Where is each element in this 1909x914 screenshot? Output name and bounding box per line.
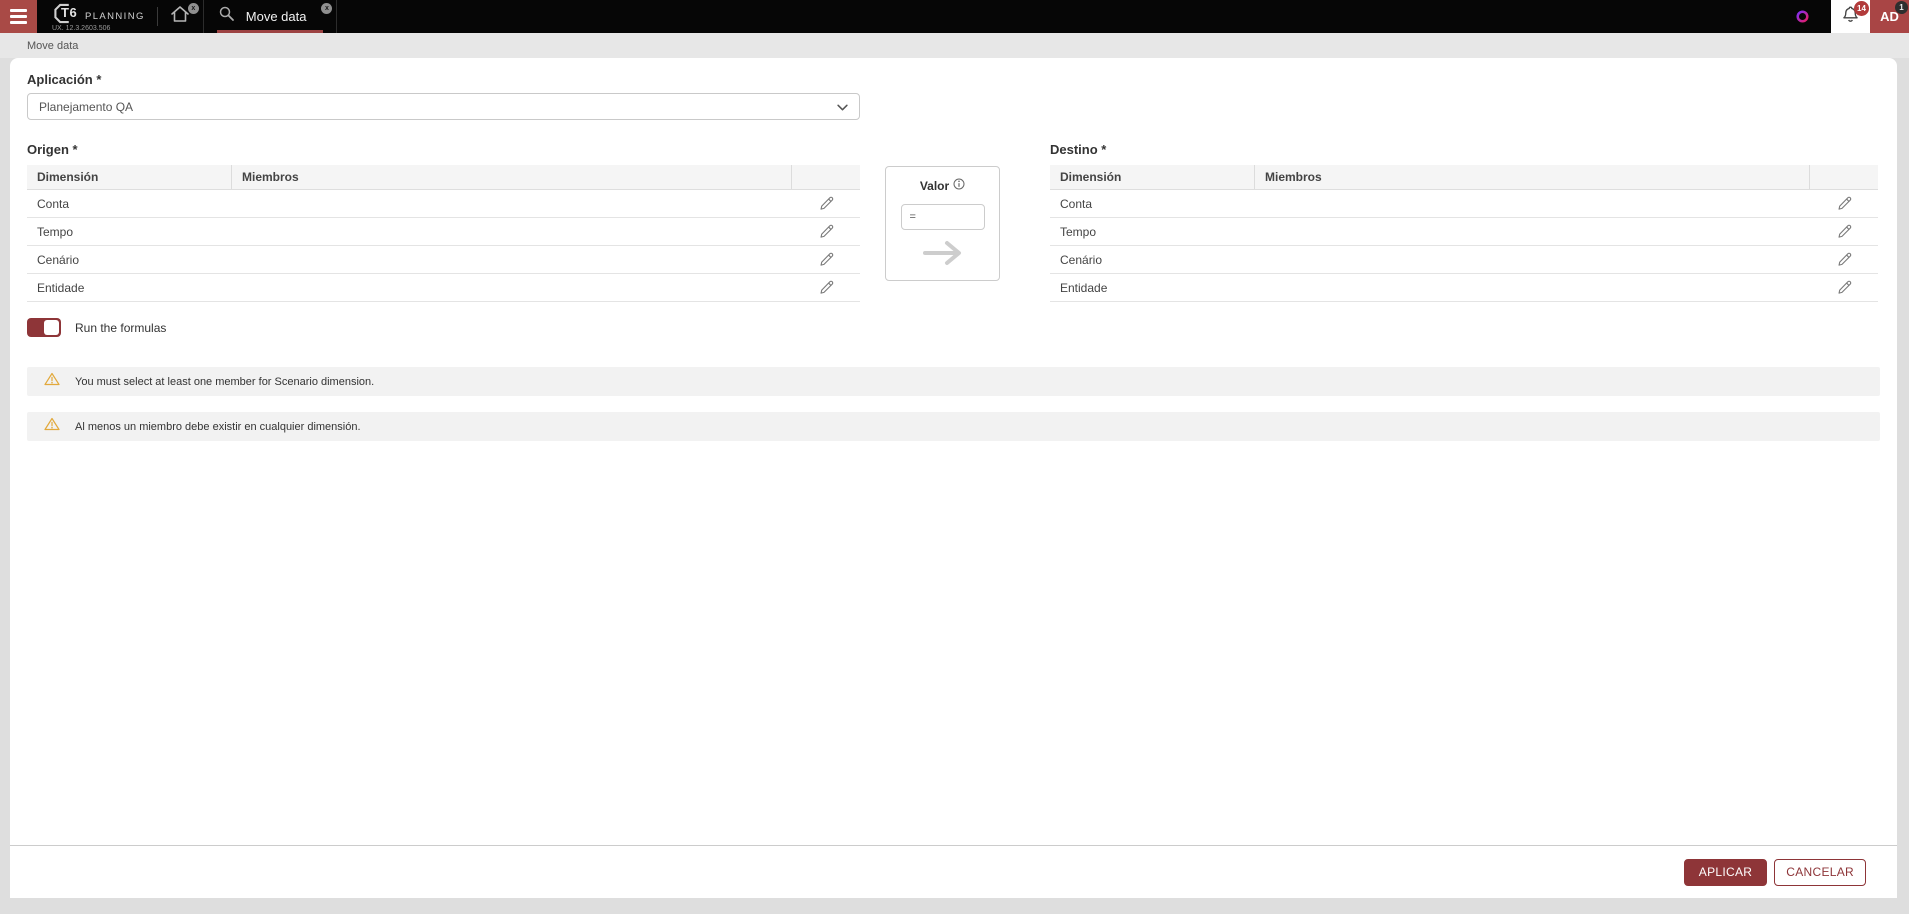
edit-members-button[interactable] xyxy=(815,194,838,213)
table-row: Cenário xyxy=(27,246,860,274)
valor-operator-input[interactable]: = xyxy=(900,204,985,230)
chevron-down-icon xyxy=(837,100,848,114)
tab-label: Move data xyxy=(245,9,307,24)
close-tab-icon[interactable]: x xyxy=(321,3,333,14)
breadcrumb-label: Move data xyxy=(27,39,79,52)
logo-product: PLANNING xyxy=(85,11,145,22)
warning-message: Al menos un miembro debe existir en cual… xyxy=(75,420,361,433)
hamburger-icon xyxy=(10,9,27,12)
table-row: Cenário xyxy=(1050,246,1878,274)
arrow-right-icon xyxy=(894,238,991,268)
dimension-cell: Cenário xyxy=(37,252,80,267)
dimension-cell: Conta xyxy=(1060,196,1093,211)
tab-home[interactable]: x xyxy=(158,0,204,33)
origin-panel: Origen * Dimensión Miembros Conta Tempo … xyxy=(27,142,860,302)
logo-brand: T6 xyxy=(61,5,78,20)
warning-banner: You must select at least one member for … xyxy=(27,367,1880,396)
origin-table-header: Dimensión Miembros xyxy=(27,165,860,190)
run-formulas-toggle[interactable] xyxy=(27,318,61,337)
notifications-button[interactable]: 14 xyxy=(1831,0,1870,33)
toggle-knob xyxy=(44,320,59,335)
t6-logo-icon: T6 xyxy=(52,3,82,24)
run-formulas-label: Run the formulas xyxy=(75,320,167,335)
table-row: Conta xyxy=(1050,190,1878,218)
menu-button[interactable] xyxy=(0,0,37,33)
warning-banner: Al menos un miembro debe existir en cual… xyxy=(27,412,1880,441)
application-select[interactable]: Planejamento QA xyxy=(27,93,860,120)
run-formulas-row: Run the formulas xyxy=(27,318,1880,337)
dimension-cell: Entidade xyxy=(37,280,85,295)
edit-members-button[interactable] xyxy=(815,222,838,241)
content-card: Aplicación * Planejamento QA Origen * Di… xyxy=(10,58,1897,898)
edit-members-button[interactable] xyxy=(815,278,838,297)
edit-members-button[interactable] xyxy=(1833,278,1856,297)
edit-members-button[interactable] xyxy=(1833,222,1856,241)
application-field: Aplicación * Planejamento QA xyxy=(27,72,1880,120)
dimension-cell: Tempo xyxy=(1060,224,1097,239)
breadcrumb: Move data xyxy=(0,33,1909,58)
logo-version: UX. 12.3.2603.506 xyxy=(52,25,111,32)
apply-button[interactable]: APLICAR xyxy=(1683,858,1768,886)
footer-actions: APLICAR CANCELAR xyxy=(10,845,1897,898)
edit-members-button[interactable] xyxy=(1833,250,1856,269)
app-header: T6 PLANNING UX. 12.3.2603.506 x Move dat… xyxy=(0,0,1909,33)
close-tab-icon[interactable]: x xyxy=(187,3,199,14)
tab-move-data[interactable]: Move data x xyxy=(204,0,338,33)
column-header-members: Miembros xyxy=(232,165,792,189)
application-label: Aplicación * xyxy=(27,72,102,87)
destination-table-header: Dimensión Miembros xyxy=(1050,165,1878,190)
dimension-cell: Conta xyxy=(37,196,70,211)
active-tab-indicator xyxy=(216,30,324,33)
table-row: Conta xyxy=(27,190,860,218)
application-value: Planejamento QA xyxy=(39,99,134,114)
move-data-panels: Origen * Dimensión Miembros Conta Tempo … xyxy=(27,142,1880,302)
dimension-cell: Tempo xyxy=(37,224,74,239)
dimension-cell: Cenário xyxy=(1060,252,1103,267)
cancel-button[interactable]: CANCELAR xyxy=(1774,858,1866,886)
info-icon[interactable] xyxy=(953,178,965,193)
valor-panel: Valor = xyxy=(885,166,1000,281)
valor-label: Valor xyxy=(919,178,950,193)
column-header-dimension: Dimensión xyxy=(1050,165,1255,189)
warning-icon xyxy=(44,417,60,436)
user-avatar[interactable]: AD 1 xyxy=(1870,0,1909,33)
avatar-badge: 1 xyxy=(1895,1,1908,14)
warning-message: You must select at least one member for … xyxy=(75,375,375,388)
dimension-cell: Entidade xyxy=(1060,280,1108,295)
search-icon xyxy=(218,5,236,28)
table-row: Tempo xyxy=(1050,218,1878,246)
warning-icon xyxy=(44,372,60,391)
edit-members-button[interactable] xyxy=(815,250,838,269)
notification-count-badge: 14 xyxy=(1854,1,1869,16)
column-header-members: Miembros xyxy=(1255,165,1810,189)
edit-members-button[interactable] xyxy=(1833,194,1856,213)
table-row: Tempo xyxy=(27,218,860,246)
column-header-dimension: Dimensión xyxy=(27,165,232,189)
destination-panel: Destino * Dimensión Miembros Conta Tempo… xyxy=(1050,142,1878,302)
app-logo: T6 PLANNING UX. 12.3.2603.506 xyxy=(37,0,157,33)
table-row: Entidade xyxy=(1050,274,1878,302)
destination-label: Destino * xyxy=(1050,142,1107,157)
table-row: Entidade xyxy=(27,274,860,302)
knot-logo-icon[interactable] xyxy=(1791,5,1814,28)
origin-label: Origen * xyxy=(27,142,78,157)
